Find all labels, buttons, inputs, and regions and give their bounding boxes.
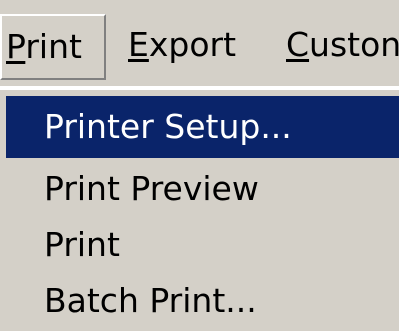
menu-export-accelerator: E — [128, 25, 149, 64]
menu-item-print[interactable]: Print — [6, 214, 399, 276]
menu-custom-label: uston — [309, 25, 399, 64]
print-dropdown-menu: Printer Setup... Print Preview Print Bat… — [0, 88, 399, 331]
menu-print-accelerator: P — [6, 27, 26, 66]
menu-export-label: xport — [148, 25, 237, 64]
menu-item-print-label: Print — [44, 225, 120, 264]
menu-item-printer-setup[interactable]: Printer Setup... — [6, 96, 399, 158]
app-screen: Print Export Custon Printer Setup... Pri… — [0, 0, 399, 331]
menu-custom[interactable]: Custon — [286, 14, 399, 80]
menu-item-print-preview[interactable]: Print Preview — [6, 158, 399, 220]
menu-item-printer-setup-label: Printer Setup... — [44, 107, 292, 146]
menu-item-batch-print[interactable]: Batch Print... — [6, 270, 399, 331]
menu-custom-accelerator: C — [286, 25, 310, 64]
menu-export[interactable]: Export — [128, 14, 236, 80]
menu-print[interactable]: Print — [0, 14, 106, 80]
menu-item-batch-print-label: Batch Print... — [44, 281, 257, 320]
menu-bar: Print Export Custon — [0, 0, 399, 86]
menu-item-print-preview-label: Print Preview — [44, 169, 259, 208]
menu-print-label: rint — [25, 27, 82, 66]
